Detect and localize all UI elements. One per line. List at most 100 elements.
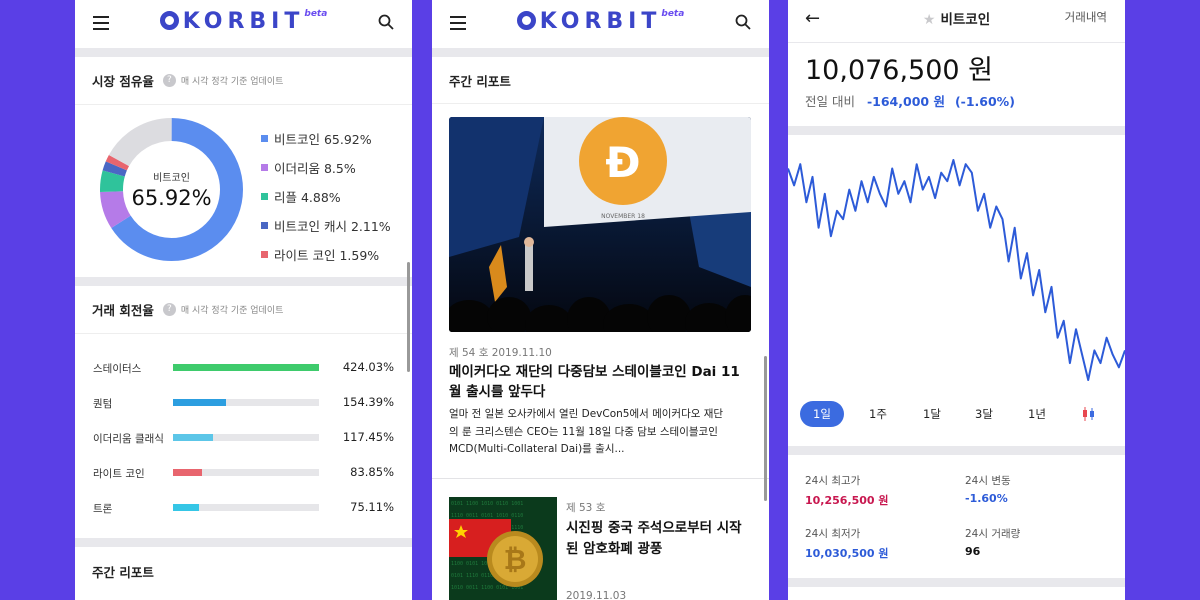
brand-name: KORBIT (182, 9, 305, 34)
brand-name: KORBIT (539, 9, 662, 34)
stat-low-label: 24시 최저가 (805, 528, 861, 540)
weekly-report-title: 주간 리포트 (92, 564, 154, 580)
turnover-bar-track (173, 364, 319, 371)
app-header: KORBITbeta (432, 0, 769, 48)
turnover-value: 83.85% (350, 465, 394, 479)
legend-item: 비트코인 65.92% (261, 124, 391, 153)
report-title-line: 메이커다오 재단의 다중담보 스테이블코인 Dai 11 (449, 364, 740, 380)
report-title-line: 된 암호화폐 광풍 (566, 541, 663, 557)
report-title[interactable]: 메이커다오 재단의 다중담보 스테이블코인 Dai 11 월 출시를 앞두다 (449, 362, 754, 402)
stat-high: 24시 최고가 10,256,500 원 (805, 473, 889, 508)
legend-item: 리플 4.88% (261, 182, 391, 211)
legend-swatch (261, 193, 268, 200)
scrollbar[interactable] (407, 262, 410, 372)
turnover-bar-fill (173, 469, 202, 476)
range-selector: 1일 1주 1달 3달 1년 (800, 401, 1120, 427)
stat-change-label: 24시 변동 (965, 475, 1011, 487)
report-issue-meta: 제 53 호 (566, 502, 606, 514)
market-overview-screen: KORBITbeta 시장 점유율 ? 매 시각 정각 기준 업데이트 비트코인… (75, 0, 412, 600)
report-date: 2019.11.03 (566, 590, 627, 600)
weekly-report-screen: KORBITbeta 주간 리포트 Đ NOVEMBER 18 제 54 호 2… (432, 0, 769, 600)
brand-logo[interactable]: KORBITbeta (75, 9, 412, 34)
report-title[interactable]: 시진핑 중국 주석으로부터 시작 된 암호화폐 광풍 (566, 518, 756, 560)
legend-swatch (261, 135, 268, 142)
turnover-row[interactable]: 퀀텀 154.39% (75, 387, 412, 422)
report-cover-image[interactable]: Đ NOVEMBER 18 (449, 117, 751, 332)
stat-volume-value: 96 (965, 545, 981, 558)
market-share-header: 시장 점유율 ? 매 시각 정각 기준 업데이트 (75, 57, 412, 105)
turnover-list: 스테이터스 424.03% 퀀텀 154.39% 이더리움 클래식 117.45% 라이트 … (75, 334, 412, 527)
price-change-label: 전일 대비 (805, 94, 855, 109)
brand-logo[interactable]: KORBITbeta (432, 9, 769, 34)
range-button[interactable]: 1달 (910, 401, 954, 427)
stat-high-value: 10,256,500 원 (805, 494, 889, 507)
turnover-value: 424.03% (342, 360, 394, 374)
stat-low: 24시 최저가 10,030,500 원 (805, 526, 889, 561)
coin-name: 퀀텀 (93, 398, 113, 410)
turnover-header: 거래 회전율 ? 매 시각 정각 기준 업데이트 (75, 286, 412, 334)
range-button[interactable]: 1년 (1015, 401, 1059, 427)
help-icon[interactable]: ? (162, 303, 176, 316)
stat-volume: 24시 거래량 96 (965, 526, 1020, 558)
report-thumbnail-image[interactable]: 0101 1100 1010 0110 1001 1110 0011 0101 1… (449, 497, 557, 600)
range-button[interactable]: 1일 (800, 401, 844, 427)
coin-name: 이더리움 클래식 (93, 433, 164, 445)
price-change-percent: (-1.60%) (954, 94, 1015, 109)
weekly-report-header: 주간 리포트 (432, 57, 769, 104)
market-share-title: 시장 점유율 (92, 74, 154, 89)
stat-volume-label: 24시 거래량 (965, 528, 1021, 540)
range-button[interactable]: 1주 (856, 401, 900, 427)
market-share-chart: 비트코인 65.92% 비트코인 65.92% 이더리움 8.5% 리플 4.88%… (75, 105, 412, 277)
market-share-legend: 비트코인 65.92% 이더리움 8.5% 리플 4.88% 비트코인 캐시 2.11… (261, 124, 391, 269)
legend-swatch (261, 251, 268, 258)
image-caption: NOVEMBER 18 (601, 213, 645, 220)
legend-label: 비트코인 캐시 2.11% (274, 219, 391, 234)
turnover-bar-fill (173, 434, 214, 441)
turnover-row[interactable]: 이더리움 클래식 117.45% (75, 422, 412, 457)
legend-swatch (261, 164, 268, 171)
turnover-row[interactable]: 스테이터스 424.03% (75, 352, 412, 387)
coin-name: 트론 (93, 503, 113, 515)
report-summary-line: 얼마 전 일본 오사카에서 열린 DevCon5에서 메이커다오 재단 (449, 408, 724, 420)
coin-header: ← ★ 비트코인 거래내역 (788, 0, 1125, 35)
turnover-title: 거래 회전율 (92, 303, 154, 318)
turnover-bar-fill (173, 364, 319, 371)
search-icon[interactable] (735, 14, 751, 30)
legend-label: 리플 4.88% (274, 190, 341, 205)
coin-name: 라이트 코인 (93, 468, 145, 480)
app-header: KORBITbeta (75, 0, 412, 48)
price-change-value: -164,000 원 (866, 94, 945, 109)
candlestick-icon[interactable] (1082, 406, 1096, 422)
price-series-line (788, 159, 1125, 381)
stat-change-value: -1.60% (965, 492, 1008, 505)
svg-text:1110 0011 0101 1010 0110: 1110 0011 0101 1010 0110 (451, 513, 523, 519)
update-hint: 매 시각 정각 기준 업데이트 (180, 306, 284, 316)
search-icon[interactable] (378, 14, 394, 30)
coin-detail-screen: ← ★ 비트코인 거래내역 10,076,500 원 전일 대비 -164,000… (788, 0, 1125, 600)
trade-history-link[interactable]: 거래내역 (1065, 9, 1107, 25)
turnover-value: 154.39% (342, 395, 394, 409)
favorite-star-icon[interactable]: ★ (923, 12, 936, 28)
turnover-row[interactable]: 라이트 코인 83.85% (75, 457, 412, 492)
price-change: 전일 대비 -164,000 원 (-1.60%) (805, 91, 1015, 110)
price-line-chart[interactable] (788, 150, 1125, 400)
turnover-bar-fill (173, 504, 199, 511)
turnover-bar-track (173, 434, 319, 441)
legend-item: 이더리움 8.5% (261, 153, 391, 182)
legend-item: 비트코인 캐시 2.11% (261, 211, 391, 240)
legend-label: 라이트 코인 1.59% (274, 248, 380, 263)
turnover-bar-track (173, 504, 319, 511)
turnover-value: 75.11% (350, 500, 394, 514)
range-button[interactable]: 3달 (962, 401, 1006, 427)
turnover-bar-fill (173, 399, 227, 406)
brand-badge: beta (661, 8, 685, 19)
scrollbar[interactable] (764, 356, 767, 501)
report-summary-line: MCD(Multi-Collateral Dai)를 출시... (449, 443, 625, 455)
help-icon[interactable]: ? (162, 74, 176, 87)
turnover-bar-track (173, 399, 319, 406)
turnover-row[interactable]: 트론 75.11% (75, 492, 412, 527)
current-price: 10,076,500 원 (805, 55, 994, 86)
donut-center-label: 비트코인 (153, 173, 190, 184)
svg-text:0101 1100 1010 0110 1001: 0101 1100 1010 0110 1001 (451, 501, 523, 507)
weekly-report-header: 주간 리포트 (75, 547, 412, 595)
